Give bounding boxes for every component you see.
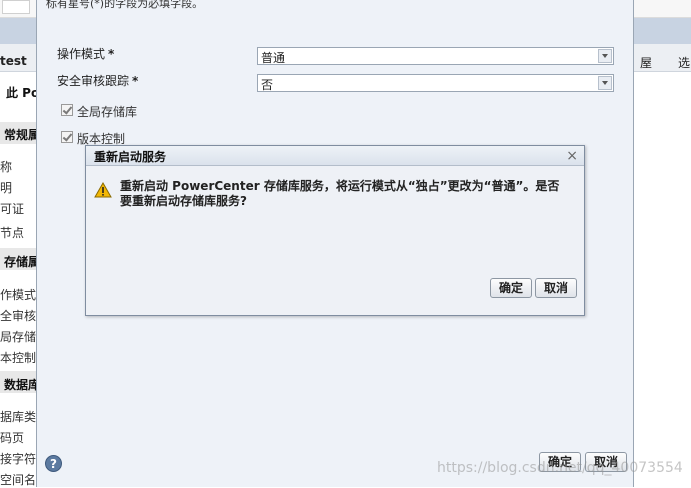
tab-right-1[interactable]: 屋 (640, 54, 652, 71)
tab-test[interactable]: test (0, 54, 27, 68)
general-item: 可证 (0, 202, 25, 216)
dropdown-button[interactable] (598, 76, 612, 90)
security-audit-value: 否 (261, 78, 274, 92)
security-audit-label: 安全审核跟踪 * (57, 74, 139, 88)
close-icon[interactable]: × (566, 148, 578, 164)
operating-mode-value: 普通 (261, 51, 286, 65)
warning-icon (94, 182, 112, 198)
repo-item: 本控制 (0, 351, 37, 365)
confirm-ok-button[interactable]: 确定 (490, 278, 533, 298)
version-control-checkbox[interactable] (61, 131, 73, 143)
chevron-down-icon (602, 81, 608, 85)
required-fields-note: 标有星号(*)的字段为必填字段。 (46, 0, 204, 10)
general-item: 称 (0, 160, 13, 174)
watermark: https://blog.csdn.net/qq_40073554 (437, 460, 683, 476)
repo-item: 作模式 (0, 288, 37, 302)
dialog-title: 重新启动服务 (94, 150, 167, 164)
security-audit-select[interactable]: 否 (257, 74, 614, 92)
dialog-title-bar[interactable]: 重新启动服务 × (86, 146, 584, 166)
confirm-cancel-button[interactable]: 取消 (535, 278, 578, 298)
restart-service-dialog: 重新启动服务 × 重新启动 PowerCenter 存储库服务，将运行模式从“独… (85, 145, 585, 316)
section-db: 数据库 (4, 378, 41, 392)
dropdown-button[interactable] (598, 49, 612, 63)
required-star: * (108, 47, 115, 61)
page-header: 此 Po (6, 86, 40, 100)
general-item: 明 (0, 181, 13, 195)
db-item: 接字符 (0, 452, 37, 466)
general-item: 节点 (0, 226, 25, 240)
global-repo-checkbox[interactable] (61, 104, 73, 116)
help-icon[interactable]: ? (45, 455, 62, 472)
dialog-message: 重新启动 PowerCenter 存储库服务，将运行模式从“独占”更改为“普通”… (120, 179, 560, 208)
global-repo-label: 全局存储库 (77, 105, 138, 119)
section-general: 常规属 (4, 128, 41, 142)
operating-mode-label: 操作模式 * (57, 47, 115, 61)
section-repo: 存储属 (4, 255, 41, 269)
tab-right-2[interactable]: 选 (678, 54, 690, 71)
operating-mode-select[interactable]: 普通 (257, 47, 614, 65)
top-input-box[interactable] (2, 0, 30, 14)
chevron-down-icon (602, 54, 608, 58)
db-item: 码页 (0, 431, 25, 445)
required-star: * (132, 74, 139, 88)
